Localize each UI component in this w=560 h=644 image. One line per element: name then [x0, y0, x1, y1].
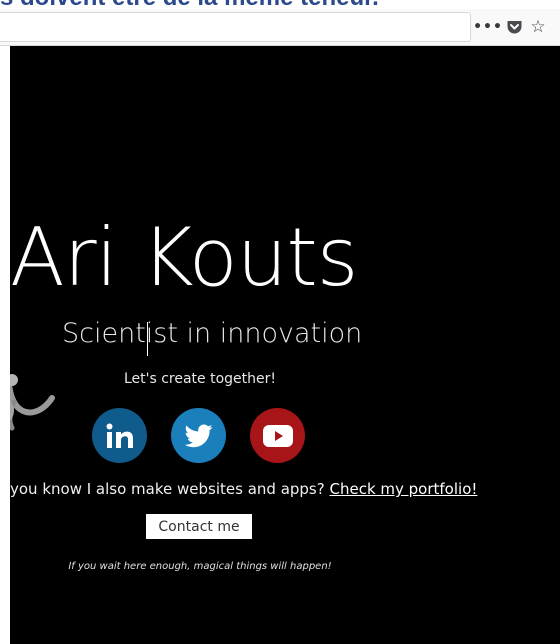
hero-title: Ari Kouts: [10, 211, 358, 304]
document-heading-strip: s doivent être de la même teneur.: [0, 0, 560, 9]
pocket-icon[interactable]: [504, 17, 524, 37]
star-icon[interactable]: ☆: [528, 17, 548, 37]
twitter-bird-icon: [184, 423, 213, 447]
portfolio-text: Did you know I also make websites and ap…: [10, 480, 325, 498]
social-links: [92, 408, 305, 463]
portfolio-promo: Did you know I also make websites and ap…: [10, 480, 560, 498]
youtube-icon: [262, 424, 293, 447]
document-heading: s doivent être de la même teneur.: [0, 0, 379, 9]
linkedin-button[interactable]: [92, 408, 147, 463]
youtube-button[interactable]: [250, 408, 305, 463]
address-bar[interactable]: [0, 12, 471, 42]
tagline: Let's create together!: [123, 371, 277, 387]
contact-button[interactable]: Contact me: [146, 514, 252, 539]
footnote: If you wait here enough, magical things …: [68, 561, 332, 572]
hero-subtitle: Scientist in innovation: [62, 318, 363, 349]
text-cursor: [147, 322, 148, 356]
sidebar-gutter: [0, 46, 10, 644]
linkedin-icon: [106, 423, 133, 448]
twitter-button[interactable]: [171, 408, 226, 463]
browser-toolbar: ••• ☆: [0, 9, 560, 46]
portfolio-link[interactable]: Check my portfolio!: [329, 480, 477, 498]
more-icon[interactable]: •••: [473, 17, 502, 37]
page-content: Ari Kouts Scientist in innovation Let's …: [10, 46, 560, 644]
